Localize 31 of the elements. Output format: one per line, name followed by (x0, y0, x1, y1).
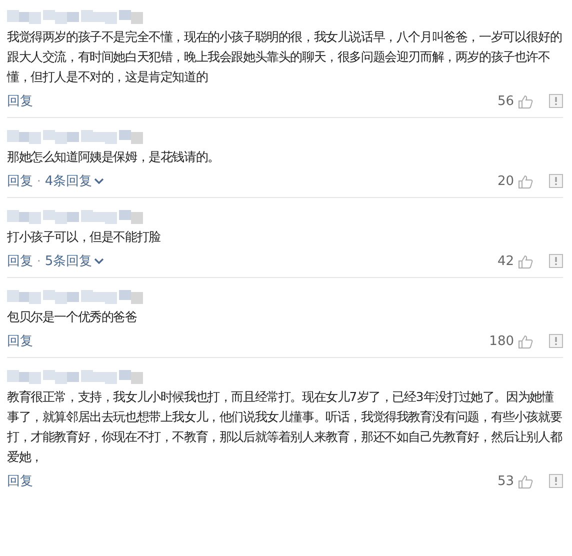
separator-dot: · (37, 174, 41, 188)
comment-text: 打小孩子可以，但是不能打脸 (7, 229, 162, 246)
comment-text: 我觉得两岁的孩子不是完全不懂，现在的小孩子聪明的很，我女儿说话早，八个月叫爸爸，一岁可以很好的跟大人交流，有时间她白天犯错，晚上我会跟她头靠头的聊天，很多问题会迎刃而解，两岁的孩子也许不懂，但打人是不对的，这是肯定知道的 (7, 29, 563, 86)
separator-dot: · (37, 254, 41, 268)
reply-link[interactable]: 回复 (7, 472, 33, 490)
replies-link[interactable]: 5条回复 (44, 252, 104, 270)
chevron-down-icon (94, 257, 104, 265)
report-icon[interactable] (549, 334, 563, 348)
report-icon[interactable] (549, 254, 563, 268)
like-count: 42 (497, 254, 514, 268)
thumbs-up-icon[interactable] (518, 94, 533, 108)
report-icon[interactable] (549, 94, 563, 108)
like-count: 180 (489, 334, 514, 348)
reply-link[interactable]: 回复 (7, 92, 33, 110)
comment-text: 教育很正常，支持，我女儿小时候我也打，而且经常打。现在女儿7岁了，已经3年没打过她了。因为她懂事了，就算邻居出去玩也想带上我女儿，他们说我女儿懂事。听话，我觉得我教育没有问题，有些小孩就要打，才能教育好，你现在不打，不教育，那以后就等着别人来教育，那还不如自己先教育好，然后让别人都爱她， (7, 389, 563, 466)
thumbs-up-icon[interactable] (518, 474, 533, 488)
reply-link[interactable]: 回复 (7, 332, 33, 350)
comment-text: 那她怎么知道阿姨是保姆，是花钱请的。 (7, 149, 220, 166)
comment-text: 包贝尔是一个优秀的爸爸 (7, 309, 138, 326)
thumbs-up-icon[interactable] (518, 334, 533, 348)
thumbs-up-icon[interactable] (518, 254, 533, 268)
thumbs-up-icon[interactable] (518, 174, 533, 188)
chevron-down-icon (94, 177, 104, 185)
replies-link[interactable]: 4条回复 (44, 172, 104, 190)
like-count: 53 (497, 474, 514, 488)
report-icon[interactable] (549, 174, 563, 188)
report-icon[interactable] (549, 474, 563, 488)
like-count: 20 (497, 174, 514, 188)
reply-link[interactable]: 回复 (7, 252, 33, 270)
like-count: 56 (497, 94, 514, 108)
reply-link[interactable]: 回复 (7, 172, 33, 190)
